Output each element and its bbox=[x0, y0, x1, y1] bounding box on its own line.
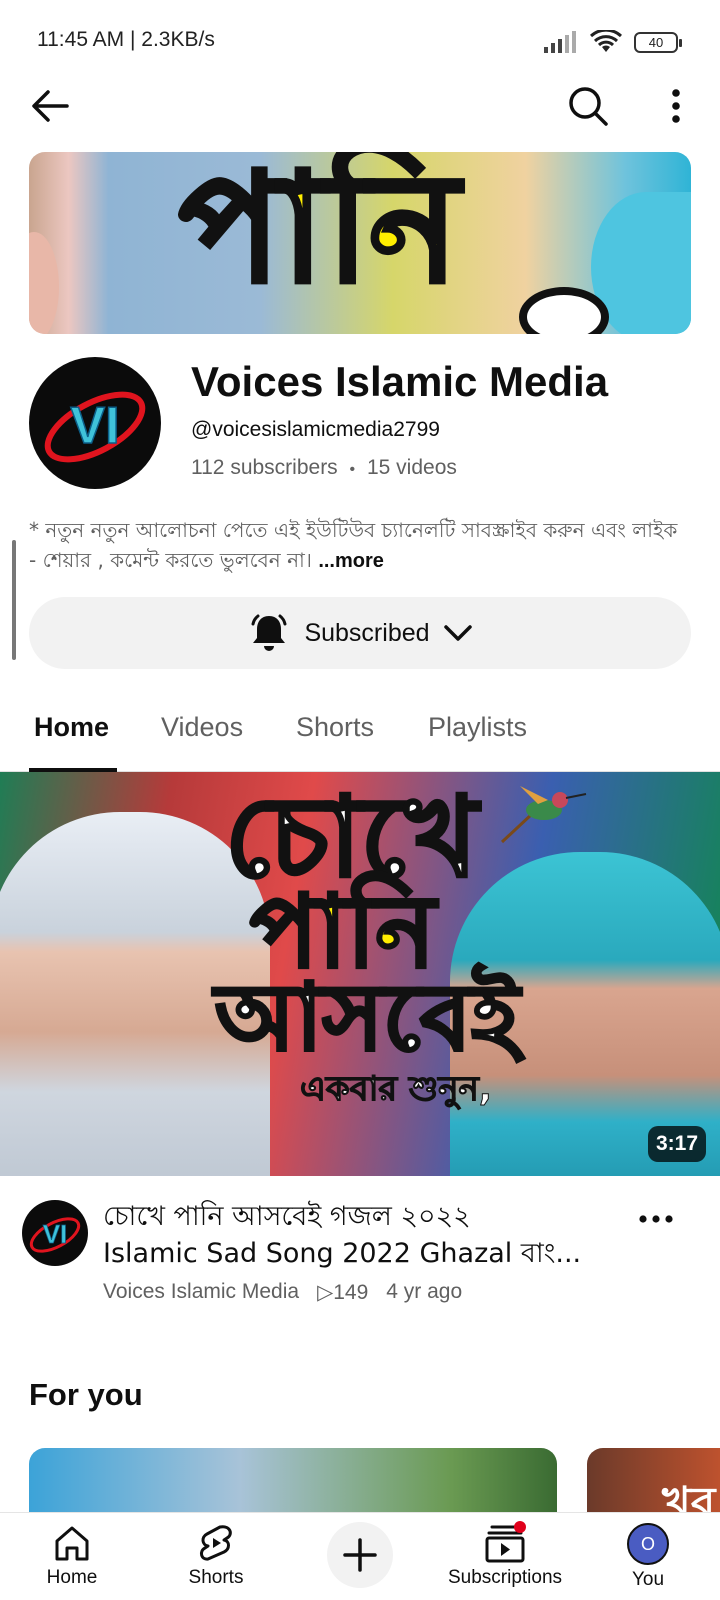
home-icon bbox=[55, 1526, 89, 1561]
tab-videos[interactable]: Videos bbox=[161, 712, 243, 743]
account-avatar: O bbox=[627, 1523, 669, 1565]
more-horiz-icon bbox=[639, 1215, 673, 1223]
search-button[interactable] bbox=[560, 78, 616, 134]
channel-logo: VI bbox=[44, 391, 146, 463]
status-bar: 11:45 AM | 2.3KB/s 40 bbox=[0, 0, 720, 84]
nav-home[interactable]: Home bbox=[30, 1513, 114, 1600]
for-you-video-card-2[interactable]: খব bbox=[587, 1448, 720, 1518]
more-link[interactable]: ...more bbox=[318, 550, 384, 572]
featured-video-thumbnail[interactable]: চোখে পানি আসবেই একবার শুনুন, 3:17 bbox=[0, 772, 720, 1176]
nav-shorts[interactable]: Shorts bbox=[174, 1513, 258, 1600]
nav-home-label: Home bbox=[46, 1567, 98, 1588]
battery-level: 40 bbox=[648, 34, 664, 50]
channel-tabs: Home Videos Shorts Playlists bbox=[0, 700, 720, 772]
for-you-card-2-text: খব bbox=[662, 1478, 716, 1518]
channel-stats: 112 subscribers • 15 videos bbox=[191, 456, 457, 480]
nav-subscriptions-label: Subscriptions bbox=[447, 1567, 563, 1588]
scroll-indicator bbox=[12, 540, 16, 660]
subscriptions-notification-dot bbox=[514, 1521, 526, 1533]
account-avatar-letter: O bbox=[640, 1533, 655, 1554]
subscriber-count: 112 subscribers bbox=[191, 456, 338, 479]
channel-logo-small-text: VI bbox=[43, 1219, 68, 1249]
video-title-line-2: Islamic Sad Song 2022 Ghazal বাং... bbox=[103, 1238, 582, 1269]
featured-video-info[interactable]: VI চোখে পানি আসবেই গজল ২০২২ Islamic Sad … bbox=[0, 1190, 720, 1310]
video-duration-badge: 3:17 bbox=[647, 1126, 706, 1162]
nav-you[interactable]: O You bbox=[606, 1513, 690, 1600]
subscribed-label: Subscribed bbox=[304, 618, 430, 647]
status-time: 11:45 AM | 2.3KB/s bbox=[37, 28, 215, 51]
back-button[interactable] bbox=[22, 78, 78, 134]
search-icon bbox=[569, 87, 608, 126]
meta-separator: • bbox=[349, 461, 356, 478]
video-title-line-1: চোখে পানি আসবেই গজল ২০২২ bbox=[103, 1201, 471, 1232]
battery-icon: 40 bbox=[634, 31, 682, 53]
chevron-down-icon bbox=[443, 625, 472, 641]
video-channel-name: Voices Islamic Media bbox=[103, 1280, 300, 1303]
channel-handle: @voicesislamicmedia2799 bbox=[191, 418, 440, 441]
signal-icon bbox=[544, 31, 576, 53]
video-count: 15 videos bbox=[366, 456, 457, 479]
channel-logo-small: VI bbox=[29, 1217, 81, 1253]
nav-subscriptions[interactable]: Subscriptions bbox=[440, 1513, 570, 1600]
bottom-navigation: Home Shorts Subscriptions O You bbox=[0, 1512, 720, 1600]
create-button[interactable] bbox=[327, 1522, 393, 1588]
video-channel-avatar[interactable]: VI bbox=[22, 1200, 88, 1266]
back-arrow-icon bbox=[32, 90, 69, 122]
subscribed-button[interactable]: Subscribed bbox=[29, 597, 691, 669]
nav-you-label: You bbox=[631, 1569, 665, 1590]
shorts-icon bbox=[199, 1525, 232, 1561]
top-app-bar bbox=[0, 78, 720, 138]
channel-banner: পানি bbox=[29, 152, 691, 334]
video-view-count: ▷149 bbox=[317, 1281, 369, 1304]
thumbnail-text-4: একবার শুনুন, bbox=[300, 1069, 493, 1109]
more-options-button[interactable] bbox=[648, 78, 704, 134]
for-you-heading: For you bbox=[29, 1377, 143, 1412]
channel-description[interactable]: * নতুন নতুন আলোচনা পেতে এই ইউটিউব চ্যানে… bbox=[29, 515, 679, 576]
tab-playlists[interactable]: Playlists bbox=[428, 712, 527, 743]
plus-icon bbox=[343, 1538, 377, 1572]
video-age: 4 yr ago bbox=[386, 1280, 463, 1303]
tab-home[interactable]: Home bbox=[34, 712, 109, 743]
channel-logo-text: VI bbox=[70, 397, 119, 455]
nav-shorts-label: Shorts bbox=[188, 1567, 244, 1588]
video-metadata: Voices Islamic Media ▷149 4 yr ago bbox=[103, 1280, 462, 1305]
hummingbird-image bbox=[500, 786, 587, 844]
status-icons: 40 bbox=[544, 30, 682, 54]
thumbnail-text-3: আসবেই bbox=[213, 964, 520, 1071]
more-vert-icon bbox=[672, 89, 680, 123]
notification-bell-icon bbox=[251, 614, 287, 651]
video-options-button[interactable] bbox=[636, 1204, 676, 1234]
wifi-icon bbox=[590, 30, 622, 52]
banner-figure-left bbox=[29, 232, 59, 334]
tab-shorts[interactable]: Shorts bbox=[296, 712, 374, 743]
video-title[interactable]: চোখে পানি আসবেই গজল ২০২২ Islamic Sad Son… bbox=[103, 1198, 603, 1272]
for-you-video-card[interactable] bbox=[29, 1448, 557, 1518]
channel-name: Voices Islamic Media bbox=[191, 358, 609, 405]
channel-avatar[interactable]: VI bbox=[29, 357, 161, 489]
banner-text: পানি bbox=[177, 152, 461, 316]
